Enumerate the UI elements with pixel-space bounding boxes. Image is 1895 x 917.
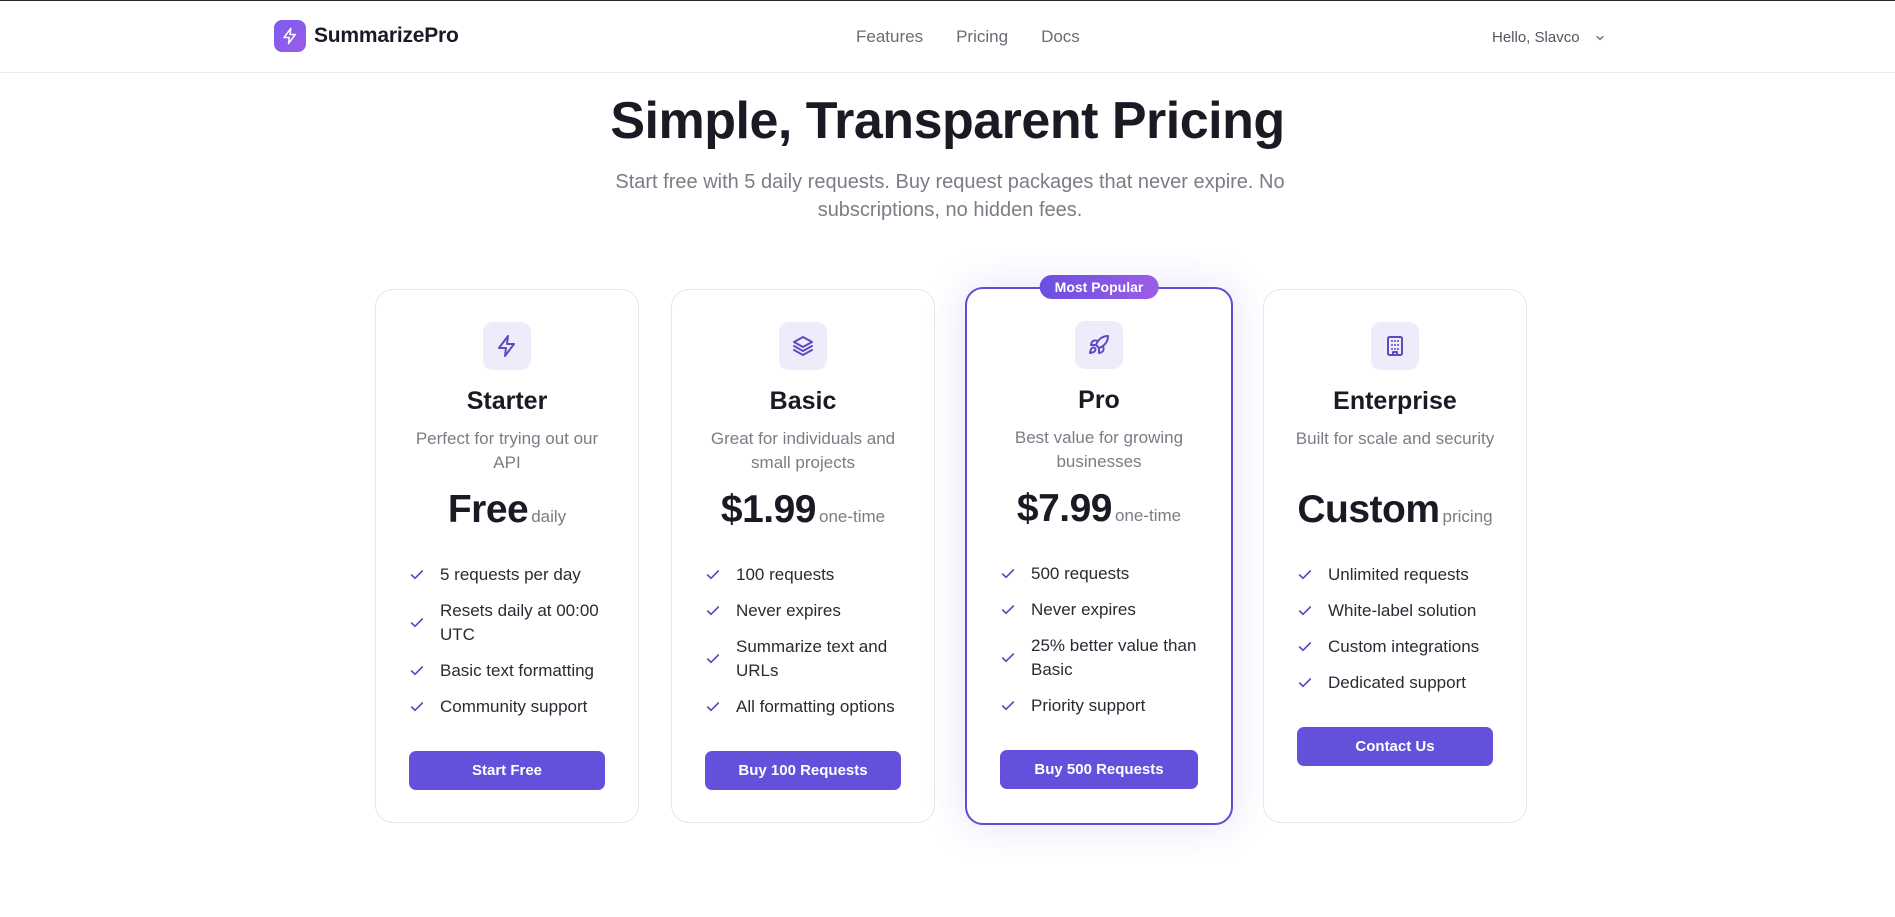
plan-description: Best value for growing businesses: [1014, 428, 1184, 471]
feature-text: 500 requests: [1031, 564, 1130, 583]
check-icon: [1297, 635, 1315, 659]
feature-text: Priority support: [1031, 696, 1146, 715]
check-icon: [409, 563, 427, 587]
brand-logo[interactable]: SummarizePro: [274, 20, 459, 52]
plan-card-pro: Most Popular Pro Best value for growing …: [965, 275, 1233, 825]
feature-text: Custom integrations: [1328, 637, 1480, 656]
nav-link-pricing[interactable]: Pricing: [956, 27, 1008, 47]
feature-item: Summarize text and URLs: [705, 635, 917, 683]
start-free-button[interactable]: Start Free: [409, 751, 605, 790]
price-period: pricing: [1442, 507, 1493, 526]
feature-text: All formatting options: [736, 697, 895, 716]
most-popular-badge: Most Popular: [1039, 275, 1159, 299]
feature-list: 500 requests Never expires 25% better va…: [1000, 562, 1214, 730]
check-icon: [1000, 634, 1018, 682]
lightning-bolt-icon: [274, 20, 306, 52]
chevron-down-icon: [1594, 32, 1606, 44]
price-amount: $7.99: [1016, 487, 1113, 530]
check-icon: [705, 695, 723, 719]
plan-price: $7.99 one-time: [967, 487, 1231, 531]
brand-name: SummarizePro: [314, 24, 459, 47]
feature-item: 5 requests per day: [409, 563, 621, 587]
check-icon: [705, 563, 723, 587]
plan-price: $1.99 one-time: [672, 488, 934, 532]
plan-card-starter: Starter Perfect for trying out our API F…: [375, 289, 639, 823]
plan-card-basic: Basic Great for individuals and small pr…: [671, 289, 935, 823]
plan-description: Built for scale and security: [1295, 429, 1495, 448]
plan-description: Perfect for trying out our API: [415, 429, 599, 472]
buy-500-requests-button[interactable]: Buy 500 Requests: [1000, 750, 1198, 789]
user-menu[interactable]: Hello, Slavco: [1492, 29, 1606, 46]
feature-text: Resets daily at 00:00 UTC: [440, 601, 599, 644]
feature-text: White-label solution: [1328, 601, 1477, 620]
feature-item: Never expires: [1000, 598, 1214, 622]
feature-text: Unlimited requests: [1328, 565, 1469, 584]
feature-text: Never expires: [1031, 600, 1136, 619]
plan-name: Starter: [466, 387, 548, 415]
check-icon: [409, 599, 427, 647]
price-period: one-time: [1114, 506, 1182, 525]
main-nav: Features Pricing Docs: [856, 27, 1113, 47]
feature-item: All formatting options: [705, 695, 917, 719]
feature-text: Summarize text and URLs: [736, 637, 888, 680]
check-icon: [1297, 563, 1315, 587]
check-icon: [409, 659, 427, 683]
feature-item: 500 requests: [1000, 562, 1214, 586]
feature-text: 100 requests: [736, 565, 835, 584]
buy-100-requests-button[interactable]: Buy 100 Requests: [705, 751, 901, 790]
plan-price: Custom pricing: [1264, 488, 1526, 532]
user-greeting: Hello, Slavco: [1492, 29, 1580, 46]
check-icon: [705, 599, 723, 623]
rocket-icon: [1075, 321, 1123, 369]
plan-name: Enterprise: [1333, 387, 1457, 415]
feature-item: 100 requests: [705, 563, 917, 587]
feature-item: Dedicated support: [1297, 671, 1509, 695]
plan-card-enterprise: Enterprise Built for scale and security …: [1263, 289, 1527, 823]
check-icon: [1000, 562, 1018, 586]
feature-text: Basic text formatting: [440, 661, 595, 680]
lightning-bolt-icon: [483, 322, 531, 370]
feature-list: 5 requests per day Resets daily at 00:00…: [409, 563, 621, 731]
feature-text: Dedicated support: [1328, 673, 1466, 692]
check-icon: [1297, 671, 1315, 695]
feature-item: Resets daily at 00:00 UTC: [409, 599, 621, 647]
feature-item: Custom integrations: [1297, 635, 1509, 659]
check-icon: [1000, 598, 1018, 622]
check-icon: [409, 695, 427, 719]
feature-item: White-label solution: [1297, 599, 1509, 623]
top-navbar: SummarizePro Features Pricing Docs Hello…: [0, 1, 1895, 73]
page-subtitle: Start free with 5 daily requests. Buy re…: [615, 171, 1285, 221]
feature-list: 100 requests Never expires Summarize tex…: [705, 563, 917, 731]
feature-item: 25% better value than Basic: [1000, 634, 1214, 682]
feature-text: 25% better value than Basic: [1031, 636, 1197, 679]
feature-text: Community support: [440, 697, 588, 716]
feature-item: Never expires: [705, 599, 917, 623]
feature-text: Never expires: [736, 601, 841, 620]
layers-icon: [779, 322, 827, 370]
feature-item: Community support: [409, 695, 621, 719]
price-amount: Custom: [1297, 488, 1440, 531]
nav-link-docs[interactable]: Docs: [1041, 27, 1080, 47]
check-icon: [1297, 599, 1315, 623]
building-icon: [1371, 322, 1419, 370]
plan-price: Free daily: [376, 488, 638, 532]
feature-item: Priority support: [1000, 694, 1214, 718]
price-period: one-time: [818, 507, 886, 526]
plan-description: Great for individuals and small projects: [710, 429, 896, 472]
price-period: daily: [531, 507, 567, 526]
contact-us-button[interactable]: Contact Us: [1297, 727, 1493, 766]
feature-item: Basic text formatting: [409, 659, 621, 683]
feature-item: Unlimited requests: [1297, 563, 1509, 587]
plan-name: Basic: [769, 387, 837, 415]
nav-link-features[interactable]: Features: [856, 27, 923, 47]
feature-text: 5 requests per day: [440, 565, 581, 584]
check-icon: [1000, 694, 1018, 718]
page-title: Simple, Transparent Pricing: [610, 92, 1285, 150]
price-amount: Free: [447, 488, 529, 531]
check-icon: [705, 635, 723, 683]
feature-list: Unlimited requests White-label solution …: [1297, 563, 1509, 707]
price-amount: $1.99: [720, 488, 817, 531]
plan-name: Pro: [1078, 386, 1120, 414]
